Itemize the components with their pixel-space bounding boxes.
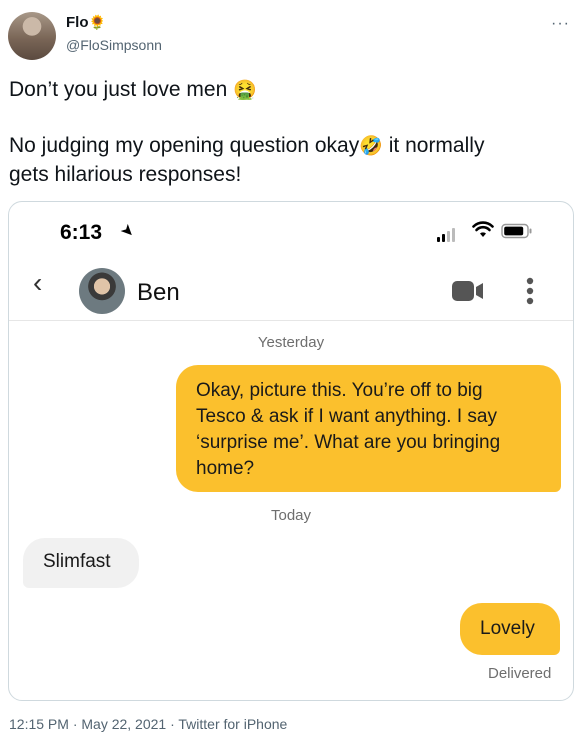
message-incoming[interactable]: Slimfast bbox=[23, 538, 139, 588]
tweet-timestamp[interactable]: 12:15 PM · May 22, 2021 · Twitter for iP… bbox=[9, 716, 287, 732]
location-arrow-icon: ➤ bbox=[116, 220, 139, 243]
attached-image[interactable]: 6:13 ➤ ‹ Ben Yesterday Okay, picture thi… bbox=[8, 201, 574, 701]
more-icon[interactable]: ··· bbox=[551, 15, 570, 33]
message-line: home? bbox=[196, 458, 255, 479]
video-call-icon[interactable] bbox=[452, 280, 484, 302]
header-divider bbox=[9, 320, 573, 321]
contact-avatar[interactable] bbox=[79, 268, 125, 314]
tweet-text-line2: No judging my opening question okay🤣 it … bbox=[9, 134, 485, 157]
tweet-text-line3: gets hilarious responses! bbox=[9, 163, 242, 186]
delivery-status: Delivered bbox=[488, 665, 552, 682]
display-name[interactable]: Flo🌻 bbox=[66, 14, 106, 31]
more-vertical-icon[interactable] bbox=[526, 277, 534, 305]
cellular-signal-icon bbox=[437, 224, 457, 242]
date-divider-yesterday: Yesterday bbox=[257, 334, 325, 351]
laughing-emoji: 🤣 bbox=[359, 136, 383, 157]
message-line: Tesco & ask if I want anything. I say bbox=[196, 406, 497, 427]
contact-name[interactable]: Ben bbox=[137, 279, 180, 307]
profile-avatar[interactable] bbox=[8, 12, 56, 60]
status-time: 6:13 bbox=[60, 221, 103, 244]
message-line: ‘surprise me’. What are you bringing bbox=[196, 432, 501, 453]
date-divider-today: Today bbox=[270, 507, 312, 524]
back-chevron-icon[interactable]: ‹ bbox=[33, 267, 42, 299]
message-line: Okay, picture this. You’re off to big bbox=[196, 380, 483, 401]
vomit-emoji: 🤮 bbox=[233, 80, 257, 101]
message-outgoing[interactable]: Lovely bbox=[460, 603, 560, 655]
message-outgoing[interactable]: Okay, picture this. You’re off to big Te… bbox=[176, 365, 561, 492]
sunflower-emoji: 🌻 bbox=[88, 14, 106, 30]
tweet-text-line1: Don’t you just love men 🤮 bbox=[9, 78, 257, 101]
wifi-icon bbox=[472, 221, 494, 237]
battery-icon bbox=[501, 223, 532, 239]
user-handle[interactable]: @FloSimpsonn bbox=[66, 37, 162, 53]
